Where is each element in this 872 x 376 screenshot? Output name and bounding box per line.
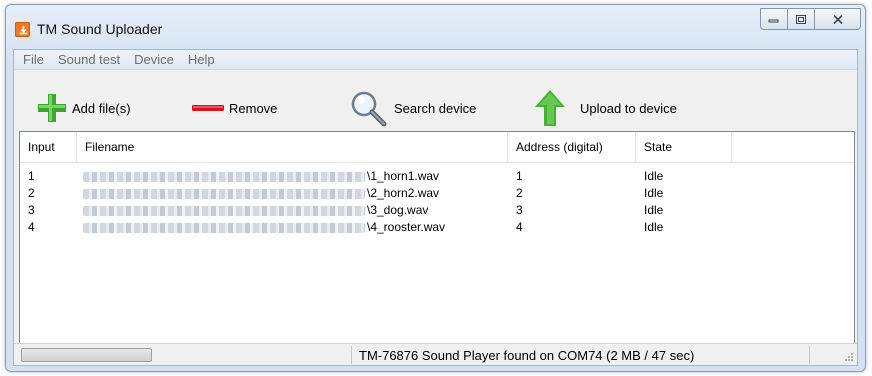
- resize-grip-icon[interactable]: [844, 352, 854, 362]
- progress-bar: [21, 348, 152, 362]
- cell-state: Idle: [644, 220, 664, 234]
- column-header-filler: [732, 132, 852, 163]
- redacted-path: [83, 188, 365, 199]
- status-bar: TM-76876 Sound Player found on COM74 (2 …: [14, 343, 857, 365]
- minimize-icon: [768, 19, 779, 23]
- cell-input: 1: [28, 169, 35, 183]
- cell-input: 3: [28, 203, 35, 217]
- table-row[interactable]: 1 \1_horn1.wav 1 Idle: [20, 168, 854, 185]
- status-text: TM-76876 Sound Player found on COM74 (2 …: [359, 348, 695, 363]
- search-device-label: Search device: [394, 100, 477, 116]
- minimize-button[interactable]: [760, 8, 788, 30]
- menu-file[interactable]: File: [23, 52, 44, 67]
- filename-text: \3_dog.wav: [367, 203, 429, 217]
- maximize-icon: [796, 14, 806, 24]
- cell-filename: \1_horn1.wav: [77, 168, 508, 185]
- search-device-button[interactable]: Search device: [348, 88, 476, 128]
- menu-sound-test[interactable]: Sound test: [58, 52, 120, 67]
- menu-device[interactable]: Device: [134, 52, 174, 67]
- menu-bar: File Sound test Device Help: [14, 50, 857, 70]
- app-icon: [15, 22, 30, 37]
- table-row[interactable]: 3 \3_dog.wav 3 Idle: [20, 202, 854, 219]
- cell-address: 3: [516, 203, 523, 217]
- plus-icon: [38, 94, 66, 122]
- minus-icon: [192, 105, 224, 111]
- client-area: File Sound test Device Help Add file(s): [13, 49, 858, 366]
- file-list[interactable]: Input Filename Address (digital) State 1…: [19, 131, 855, 344]
- status-separator: [351, 346, 352, 364]
- column-header-state[interactable]: State: [636, 132, 732, 163]
- remove-button[interactable]: Remove: [190, 88, 277, 128]
- table-row[interactable]: 2 \2_horn2.wav 2 Idle: [20, 185, 854, 202]
- file-list-body: 1 \1_horn1.wav 1 Idle 2 \2_horn2.wav 2 I…: [20, 168, 854, 236]
- app-window: TM Sound Uploader File Sound test Device…: [5, 4, 866, 372]
- menu-help[interactable]: Help: [188, 52, 215, 67]
- redacted-path: [83, 171, 365, 182]
- cell-address: 2: [516, 186, 523, 200]
- remove-label: Remove: [229, 100, 278, 116]
- cell-filename: \4_rooster.wav: [77, 219, 508, 236]
- filename-text: \4_rooster.wav: [367, 220, 446, 234]
- cell-address: 1: [516, 169, 523, 183]
- table-row[interactable]: 4 \4_rooster.wav 4 Idle: [20, 219, 854, 236]
- add-files-button[interactable]: Add file(s): [34, 88, 131, 128]
- filename-text: \2_horn2.wav: [367, 186, 440, 200]
- magnifier-icon: [351, 91, 387, 127]
- upload-to-device-label: Upload to device: [580, 100, 677, 116]
- toolbar: Add file(s) Remove Search device Upload …: [14, 71, 857, 131]
- title-bar[interactable]: TM Sound Uploader: [6, 5, 865, 49]
- cell-filename: \3_dog.wav: [77, 202, 508, 219]
- column-header-input[interactable]: Input: [20, 132, 77, 163]
- column-header-filename[interactable]: Filename: [77, 132, 508, 163]
- file-list-header: Input Filename Address (digital) State: [20, 132, 854, 163]
- cell-input: 2: [28, 186, 35, 200]
- cell-filename: \2_horn2.wav: [77, 185, 508, 202]
- up-arrow-icon: [535, 90, 565, 126]
- upload-to-device-button[interactable]: Upload to device: [532, 88, 677, 128]
- close-icon: [832, 14, 843, 24]
- column-header-address[interactable]: Address (digital): [508, 132, 636, 163]
- status-separator: [809, 346, 810, 364]
- filename-text: \1_horn1.wav: [367, 169, 440, 183]
- add-files-label: Add file(s): [72, 100, 131, 116]
- close-button[interactable]: [815, 8, 861, 30]
- redacted-path: [83, 205, 365, 216]
- cell-address: 4: [516, 220, 523, 234]
- window-title: TM Sound Uploader: [37, 21, 163, 37]
- cell-input: 4: [28, 220, 35, 234]
- cell-state: Idle: [644, 186, 664, 200]
- maximize-button[interactable]: [788, 8, 815, 30]
- cell-state: Idle: [644, 203, 664, 217]
- redacted-path: [83, 222, 365, 233]
- cell-state: Idle: [644, 169, 664, 183]
